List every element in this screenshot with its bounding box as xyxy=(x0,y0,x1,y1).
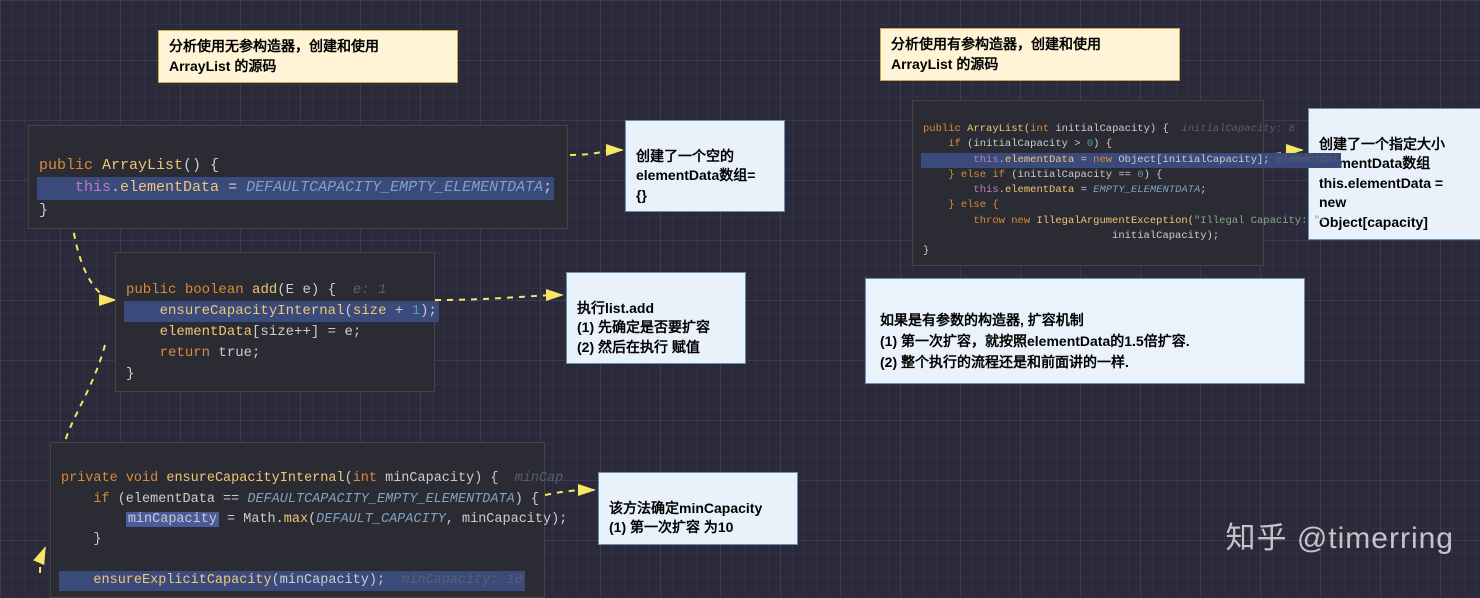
code-ctor-arg: public ArrayList(int initialCapacity) { … xyxy=(912,100,1264,266)
note-blue-right-ctor: 创建了一个指定大小elementData数组this.elementData =… xyxy=(1308,108,1480,240)
code-add: public boolean add(E e) { e: 1 ensureCap… xyxy=(115,252,435,392)
note-blue-add: 执行list.add(1) 先确定是否要扩容(2) 然后在执行 赋值 xyxy=(566,272,746,364)
note-blue-ensure: 该方法确定minCapacity(1) 第一次扩容 为10 xyxy=(598,472,798,545)
text: 分析使用有参构造器，创建和使用ArrayList 的源码 xyxy=(891,36,1101,72)
text: 分析使用无参构造器，创建和使用ArrayList 的源码 xyxy=(169,38,379,74)
watermark: 知乎 @timerring xyxy=(1226,513,1454,557)
text: 如果是有参数的构造器, 扩容机制(1) 第一次扩容，就按照elementData… xyxy=(880,312,1190,370)
watermark-text: 知乎 @timerring xyxy=(1226,522,1454,555)
code-ctor-noarg: public ArrayList() { this.elementData = … xyxy=(28,125,568,229)
note-blue-ctor: 创建了一个空的elementData数组={} xyxy=(625,120,785,212)
note-big-right: 如果是有参数的构造器, 扩容机制(1) 第一次扩容，就按照elementData… xyxy=(865,278,1305,384)
text: 该方法确定minCapacity(1) 第一次扩容 为10 xyxy=(609,500,762,536)
text: 执行list.add(1) 先确定是否要扩容(2) 然后在执行 赋值 xyxy=(577,300,710,355)
text: 创建了一个指定大小elementData数组this.elementData =… xyxy=(1319,136,1445,230)
code-ensure: private void ensureCapacityInternal(int … xyxy=(50,442,545,598)
text: 创建了一个空的elementData数组={} xyxy=(636,148,755,203)
note-yellow-right: 分析使用有参构造器，创建和使用ArrayList 的源码 xyxy=(880,28,1180,81)
note-yellow-left: 分析使用无参构造器，创建和使用ArrayList 的源码 xyxy=(158,30,458,83)
